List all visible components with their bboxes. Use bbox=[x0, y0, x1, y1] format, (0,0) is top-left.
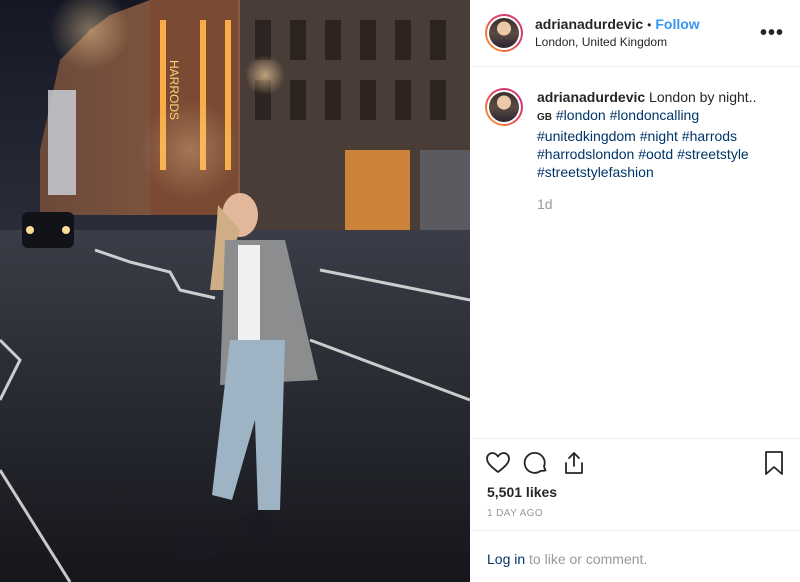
caption-time[interactable]: 1d bbox=[537, 195, 777, 213]
caption-avatar[interactable] bbox=[485, 88, 523, 126]
street-photo-illustration: HARRODS bbox=[0, 0, 470, 582]
login-prompt-text: to like or comment. bbox=[525, 551, 648, 567]
caption-line-3: #unitedkingdom #night #harrods bbox=[537, 127, 777, 145]
caption-text: London by night.. bbox=[649, 89, 757, 105]
username-link[interactable]: adrianadurdevic bbox=[535, 16, 643, 33]
heart-icon[interactable] bbox=[485, 450, 511, 476]
hashtag-link[interactable]: #streetstylefashion bbox=[537, 164, 654, 180]
post-header: adrianadurdevic • Follow London, United … bbox=[471, 0, 800, 67]
post-panel: adrianadurdevic • Follow London, United … bbox=[471, 0, 800, 582]
caption-avatar-image bbox=[489, 92, 519, 122]
caption-avatar-border bbox=[487, 90, 521, 124]
hashtag-link[interactable]: #londoncalling bbox=[610, 107, 700, 123]
hashtag-link[interactable]: #ootd bbox=[638, 146, 673, 162]
post-photo[interactable]: HARRODS bbox=[0, 0, 470, 582]
caption-line-2: GB #london #londoncalling bbox=[537, 106, 777, 127]
location-link[interactable]: London, United Kingdom bbox=[535, 35, 700, 49]
hashtag-link[interactable]: #london bbox=[556, 107, 606, 123]
bookmark-icon[interactable] bbox=[761, 450, 787, 476]
avatar-image bbox=[489, 18, 519, 48]
divider bbox=[471, 530, 800, 531]
like-count[interactable]: 5,501 likes bbox=[487, 484, 557, 500]
hashtag-link[interactable]: #unitedkingdom bbox=[537, 128, 636, 144]
login-prompt: Log in to like or comment. bbox=[487, 551, 647, 567]
flag-emoji: GB bbox=[537, 112, 552, 123]
more-options-icon[interactable]: ••• bbox=[760, 23, 784, 43]
header-row: adrianadurdevic • Follow bbox=[535, 16, 700, 33]
separator-dot: • bbox=[647, 17, 652, 32]
hashtag-link[interactable]: #streetstyle bbox=[677, 146, 749, 162]
caption: adrianadurdevic London by night.. GB #lo… bbox=[485, 88, 785, 213]
hashtag-link[interactable]: #harrodslondon bbox=[537, 146, 634, 162]
avatar-border bbox=[487, 16, 521, 50]
divider bbox=[471, 438, 800, 439]
share-icon[interactable] bbox=[561, 450, 587, 476]
hashtag-link[interactable]: #harrods bbox=[682, 128, 737, 144]
caption-line-4: #harrodslondon #ootd #streetstyle bbox=[537, 145, 777, 163]
caption-username-link[interactable]: adrianadurdevic bbox=[537, 89, 645, 105]
header-text: adrianadurdevic • Follow London, United … bbox=[535, 16, 700, 49]
caption-line-1: adrianadurdevic London by night.. bbox=[537, 88, 777, 106]
action-bar bbox=[485, 450, 787, 476]
comment-icon[interactable] bbox=[523, 450, 549, 476]
follow-button[interactable]: Follow bbox=[655, 16, 699, 33]
hashtag-link[interactable]: #night bbox=[640, 128, 678, 144]
caption-line-5: #streetstylefashion bbox=[537, 163, 777, 181]
post-timestamp[interactable]: 1 DAY AGO bbox=[487, 508, 543, 519]
login-link[interactable]: Log in bbox=[487, 551, 525, 567]
avatar[interactable] bbox=[485, 14, 523, 52]
caption-body: adrianadurdevic London by night.. GB #lo… bbox=[537, 88, 777, 213]
